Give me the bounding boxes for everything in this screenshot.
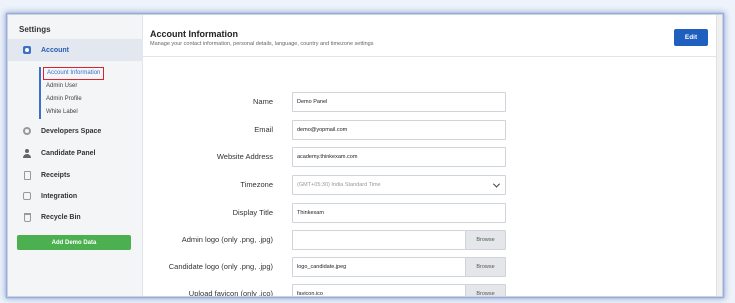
- sidebar-item-integration[interactable]: Integration: [8, 186, 143, 206]
- account-submenu: Account Information Admin User Admin Pro…: [39, 67, 105, 119]
- person-icon: [22, 148, 32, 158]
- timezone-select[interactable]: (GMT+05:30) India Standard Time: [292, 175, 506, 195]
- admin-logo-file-field[interactable]: Browse: [292, 230, 506, 250]
- page-header: Account Information Manage your contact …: [143, 15, 722, 57]
- website-label: Website Address: [216, 152, 273, 161]
- candidate-logo-file-field[interactable]: logo_candidate.jpeg Browse: [292, 257, 506, 277]
- admin-logo-browse-button[interactable]: Browse: [465, 231, 505, 249]
- sidebar-item-label: Developers Space: [41, 127, 102, 135]
- form-row-admin-logo: Admin logo (only .png, .jpg) Browse: [143, 230, 716, 250]
- chevron-down-icon[interactable]: [487, 176, 505, 194]
- account-form: Name Demo Panel Email demo@yopmail.com W…: [143, 58, 716, 296]
- sidebar-item-label: Recycle Bin: [41, 213, 81, 221]
- vertical-scrollbar[interactable]: [716, 15, 722, 296]
- timezone-label: Timezone: [240, 180, 273, 189]
- favicon-file-field[interactable]: favicon.ico Browse: [292, 284, 506, 297]
- form-row-display-title: Display Title Thinkexam: [143, 203, 716, 223]
- page-title: Account Information: [150, 29, 238, 39]
- gear-icon: [22, 126, 32, 136]
- form-row-name: Name Demo Panel: [143, 92, 716, 112]
- candidate-logo-browse-button[interactable]: Browse: [465, 258, 505, 276]
- edit-button[interactable]: Edit: [674, 29, 708, 46]
- favicon-browse-button[interactable]: Browse: [465, 285, 505, 296]
- email-field[interactable]: demo@yopmail.com: [292, 120, 506, 140]
- integration-icon: [22, 191, 32, 201]
- form-row-website: Website Address academy.thinkexam.com: [143, 147, 716, 167]
- email-label: Email: [254, 125, 273, 134]
- favicon-label: Upload favicon (only .ico): [188, 289, 273, 297]
- sidebar-item-receipts[interactable]: Receipts: [8, 165, 143, 185]
- submenu-admin-user[interactable]: Admin User: [41, 80, 104, 93]
- form-row-favicon: Upload favicon (only .ico) favicon.ico B…: [143, 284, 716, 297]
- timezone-value: (GMT+05:30) India Standard Time: [297, 182, 381, 188]
- candidate-logo-label: Candidate logo (only .png, .jpg): [168, 262, 273, 271]
- form-row-timezone: Timezone (GMT+05:30) India Standard Time: [143, 175, 716, 195]
- app-window: Settings Account Account Information Adm…: [7, 14, 723, 297]
- sidebar-item-candidate-panel[interactable]: Candidate Panel: [8, 143, 143, 163]
- sidebar-item-label: Candidate Panel: [41, 149, 96, 157]
- receipt-icon: [22, 170, 32, 180]
- admin-logo-label: Admin logo (only .png, .jpg): [181, 235, 273, 244]
- display-title-field[interactable]: Thinkexam: [292, 203, 506, 223]
- sidebar-item-account[interactable]: Account: [8, 39, 143, 61]
- sidebar-item-label: Receipts: [41, 171, 71, 179]
- sidebar-item-label: Account: [41, 46, 69, 54]
- submenu-admin-profile[interactable]: Admin Profile: [41, 93, 104, 106]
- account-icon: [22, 45, 32, 55]
- submenu-account-information[interactable]: Account Information: [43, 67, 105, 80]
- trash-icon: [22, 212, 32, 222]
- candidate-logo-filename: logo_candidate.jpeg: [297, 264, 347, 270]
- form-row-email: Email demo@yopmail.com: [143, 120, 716, 140]
- page-subtitle: Manage your contact information, persona…: [150, 41, 374, 47]
- name-field[interactable]: Demo Panel: [292, 92, 506, 112]
- display-title-label: Display Title: [232, 208, 273, 217]
- sidebar-item-developers-space[interactable]: Developers Space: [8, 121, 143, 141]
- settings-sidebar: Settings Account Account Information Adm…: [8, 15, 143, 296]
- sidebar-item-label: Integration: [41, 192, 78, 200]
- favicon-filename: favicon.ico: [297, 291, 323, 297]
- submenu-white-label[interactable]: White Label: [41, 106, 104, 119]
- website-field[interactable]: academy.thinkexam.com: [292, 147, 506, 167]
- form-row-candidate-logo: Candidate logo (only .png, .jpg) logo_ca…: [143, 257, 716, 277]
- name-label: Name: [252, 97, 273, 106]
- sidebar-title: Settings: [19, 25, 51, 34]
- add-demo-data-button[interactable]: Add Demo Data: [17, 235, 131, 250]
- sidebar-item-recycle-bin[interactable]: Recycle Bin: [8, 207, 143, 227]
